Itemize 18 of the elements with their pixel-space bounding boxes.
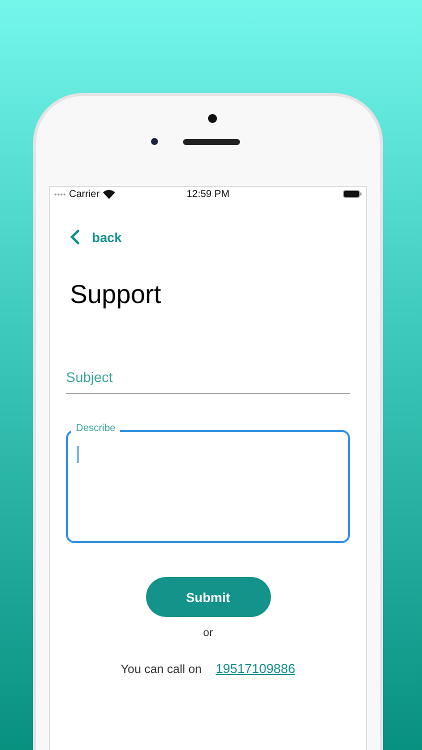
carrier-label: Carrier [69, 188, 100, 200]
camera-icon [208, 114, 217, 123]
describe-field[interactable] [66, 430, 350, 543]
camera-icon [151, 138, 158, 145]
signal-icon [54, 192, 66, 196]
speaker-icon [183, 139, 240, 145]
call-text: You can call on [120, 662, 202, 676]
phone-link[interactable]: 19517109886 [216, 661, 296, 676]
back-button[interactable]: back [66, 229, 122, 245]
chevron-left-icon [70, 229, 80, 245]
battery-icon [343, 190, 362, 198]
text-cursor [77, 446, 79, 463]
page-title: Support [70, 279, 162, 310]
field-label: Describe [71, 423, 120, 434]
or-label: or [203, 627, 213, 639]
submit-button[interactable]: Submit [146, 577, 270, 617]
status-time: 12:59 PM [186, 188, 230, 200]
wifi-icon [102, 190, 115, 198]
